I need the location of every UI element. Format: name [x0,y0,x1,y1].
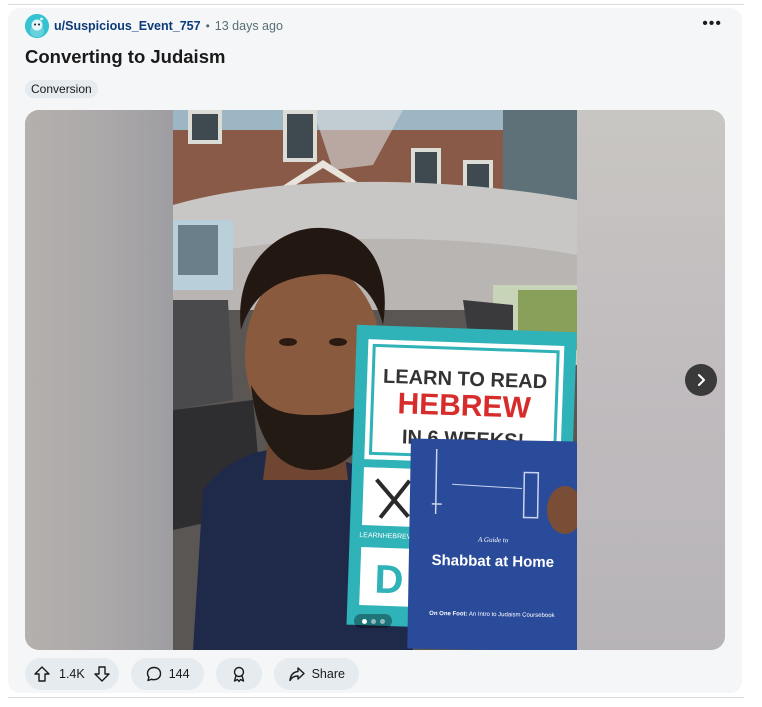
post-photo[interactable]: LEARN TO READ HEBREW IN 6 WEEKS! D LEARN… [173,110,577,650]
vote-control: 1.4K [25,658,119,690]
carousel-dot-3[interactable] [379,618,385,624]
award-ribbon-icon [233,666,244,683]
bottom-divider [8,697,744,698]
svg-text:D: D [374,558,404,603]
share-arrow-icon [288,667,305,682]
post-card[interactable]: u/Suspicious_Event_757 • 13 days ago •••… [8,8,742,693]
meta-separator: • [205,19,210,33]
award-button[interactable] [215,658,262,690]
media-gallery[interactable]: LEARN TO READ HEBREW IN 6 WEEKS! D LEARN… [25,110,725,650]
comments-button[interactable]: 144 [130,658,204,690]
comment-bubble-icon [146,666,161,682]
upvote-arrow-icon[interactable] [33,665,51,683]
photo-illustration: LEARN TO READ HEBREW IN 6 WEEKS! D LEARN… [173,110,577,650]
next-image-button[interactable] [685,364,717,396]
post-flair[interactable]: Conversion [25,80,98,98]
share-button[interactable]: Share [273,658,359,690]
book2-title: Shabbat at Home [431,552,554,571]
action-bar: 1.4K 144 Share [25,658,359,690]
post-header: u/Suspicious_Event_757 • 13 days ago [25,13,725,39]
top-divider [8,4,744,5]
share-label: Share [311,667,345,681]
post-timestamp: 13 days ago [214,19,283,33]
more-options-button[interactable]: ••• [702,16,722,32]
book2-subtitle: A Guide to [477,536,509,545]
carousel-indicator [354,614,392,628]
author-link[interactable]: u/Suspicious_Event_757 [54,19,201,33]
vote-count: 1.4K [59,667,85,681]
book1-line2: HEBREW [397,387,532,425]
chevron-right-icon [698,374,705,386]
comment-count: 144 [168,667,190,681]
blurred-backdrop-left [25,110,173,650]
post-title[interactable]: Converting to Judaism [25,46,225,68]
carousel-dot-1[interactable] [361,618,367,624]
reddit-snoo-icon[interactable] [25,14,49,38]
carousel-dot-2[interactable] [370,618,376,624]
downvote-arrow-icon[interactable] [93,665,111,683]
